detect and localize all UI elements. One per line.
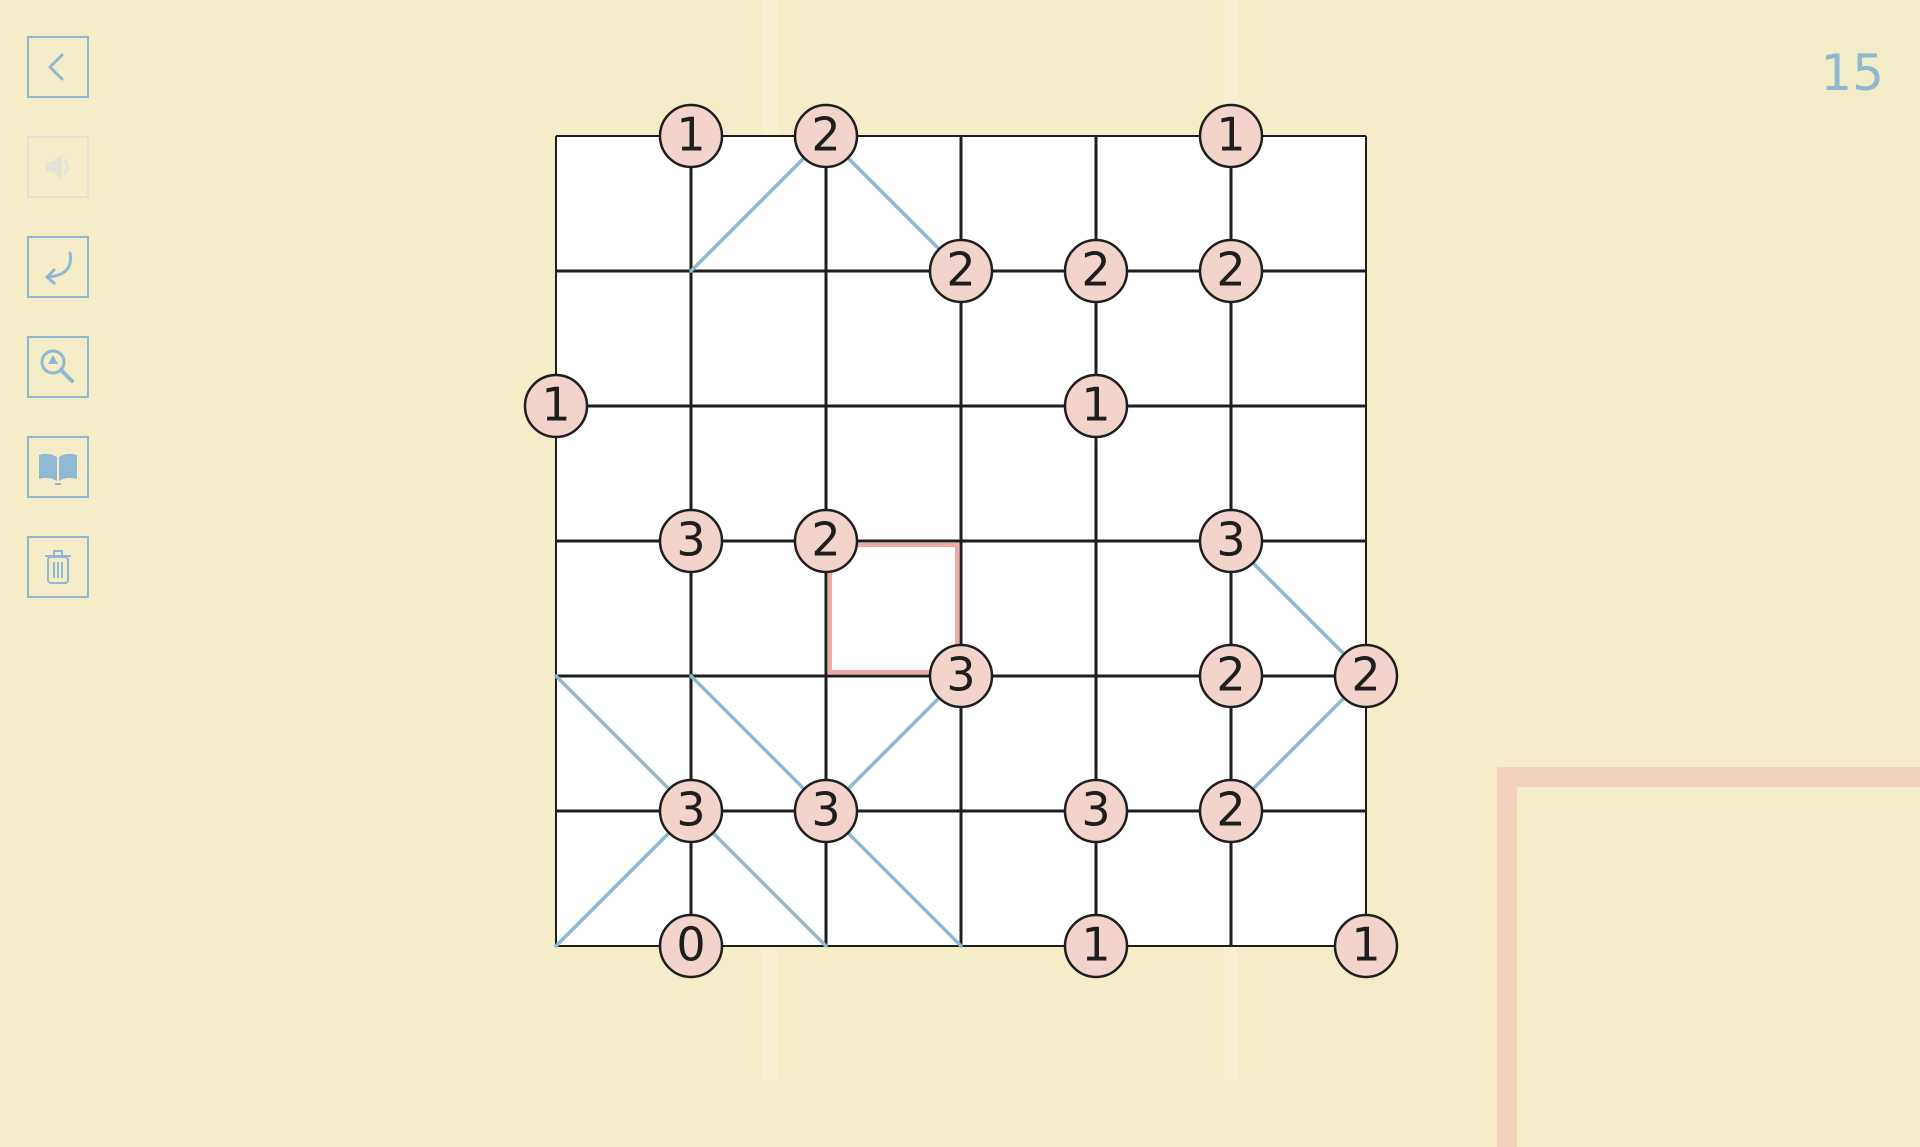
puzzle-board: 1 2 1 2 2 2 1 1 3 2 3 3 2 2 3 3 3 2 0 1 1 — [523, 103, 1399, 979]
clue-number: 2 — [1216, 243, 1245, 297]
clue-number: 2 — [1216, 648, 1245, 702]
clue-number: 2 — [1216, 783, 1245, 837]
clue-number: 3 — [811, 783, 840, 837]
clue-number: 3 — [676, 783, 705, 837]
clue-number: 2 — [811, 108, 840, 162]
clue-number: 3 — [946, 648, 975, 702]
grid-cell[interactable] — [691, 271, 826, 406]
clue-number: 1 — [541, 378, 570, 432]
clue-number: 2 — [811, 513, 840, 567]
clue-number: 3 — [1081, 783, 1110, 837]
clue-number: 2 — [1081, 243, 1110, 297]
clue-number: 1 — [1081, 918, 1110, 972]
clue-number: 1 — [1216, 108, 1245, 162]
clue-number: 1 — [1081, 378, 1110, 432]
clue-number: 1 — [676, 108, 705, 162]
clue-number: 0 — [676, 918, 705, 972]
clue-number: 3 — [676, 513, 705, 567]
clue-number: 1 — [1351, 918, 1380, 972]
clue-number: 3 — [1216, 513, 1245, 567]
clue-number: 2 — [946, 243, 975, 297]
clue-number: 2 — [1351, 648, 1380, 702]
